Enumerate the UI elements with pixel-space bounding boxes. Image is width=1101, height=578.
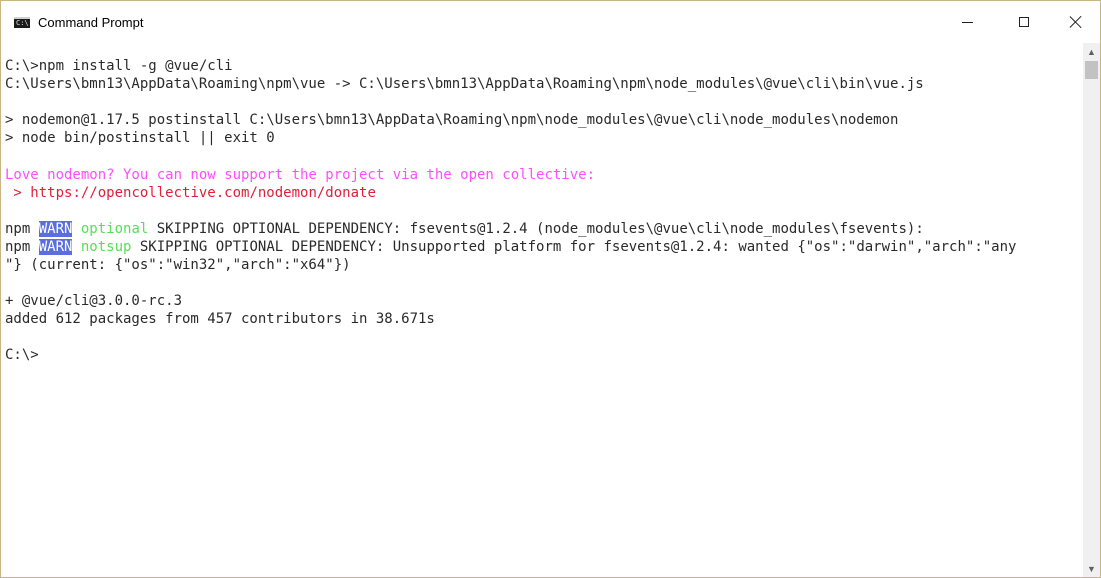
warn-space xyxy=(72,221,80,237)
console-line-donate: > https://opencollective.com/nodemon/don… xyxy=(5,184,376,202)
console-line-summary: added 612 packages from 457 contributors… xyxy=(5,311,435,327)
console-app-icon-glyph: C:\ xyxy=(16,19,29,27)
console-line-postinstall-1: > nodemon@1.17.5 postinstall C:\Users\bm… xyxy=(5,112,899,128)
command-prompt-window: C:\ Command Prompt C:\>npm install -g @v… xyxy=(0,0,1101,578)
scroll-thumb[interactable] xyxy=(1085,61,1098,79)
npm-label: npm xyxy=(5,239,39,255)
scroll-down-button[interactable]: ▼ xyxy=(1083,560,1100,577)
console-line-support-message: Love nodemon? You can now support the pr… xyxy=(5,167,596,183)
minimize-icon xyxy=(961,21,973,23)
close-button[interactable] xyxy=(1053,1,1099,43)
console-line-installed-package: + @vue/cli@3.0.0-rc.3 xyxy=(5,293,183,309)
console-line-warn-notsup: npm WARN notsup SKIPPING OPTIONAL DEPEND… xyxy=(5,238,1016,256)
console-line-cmd-install: C:\>npm install -g @vue/cli xyxy=(5,58,233,74)
console-line-postinstall-2: > node bin/postinstall || exit 0 xyxy=(5,130,275,146)
window-title: Command Prompt xyxy=(38,15,144,30)
donate-prefix: > xyxy=(5,185,31,201)
scroll-up-button[interactable]: ▲ xyxy=(1083,43,1100,60)
warn-badge: WARN xyxy=(38,221,73,237)
chevron-down-icon: ▼ xyxy=(1087,563,1096,574)
maximize-button[interactable] xyxy=(1001,1,1047,43)
warn-badge: WARN xyxy=(38,239,73,255)
warn-tag-optional: optional xyxy=(80,221,149,237)
console-prompt[interactable]: C:\> xyxy=(5,346,39,364)
maximize-icon xyxy=(1019,17,1029,27)
console-line-warn-optional: npm WARN optional SKIPPING OPTIONAL DEPE… xyxy=(5,220,924,238)
chevron-up-icon: ▲ xyxy=(1087,46,1096,57)
minimize-button[interactable] xyxy=(944,1,990,43)
warn-message: SKIPPING OPTIONAL DEPENDENCY: Unsupporte… xyxy=(131,239,1017,255)
console-output[interactable]: C:\>npm install -g @vue/cli C:\Users\bmn… xyxy=(1,43,1083,577)
console-app-icon[interactable]: C:\ xyxy=(14,17,30,28)
warn-message: SKIPPING OPTIONAL DEPENDENCY: fsevents@1… xyxy=(148,221,924,237)
title-bar[interactable]: C:\ Command Prompt xyxy=(1,1,1100,43)
npm-label: npm xyxy=(5,221,39,237)
console-line-cmd-link: C:\Users\bmn13\AppData\Roaming\npm\vue -… xyxy=(5,76,924,92)
donate-url: https://opencollective.com/nodemon/donat… xyxy=(30,185,376,201)
console-line-warn-continued: "} (current: {"os":"win32","arch":"x64"}… xyxy=(5,257,351,273)
vertical-scrollbar[interactable]: ▲ ▼ xyxy=(1083,43,1100,577)
warn-tag-notsup: notsup xyxy=(80,239,132,255)
close-icon xyxy=(1070,16,1082,28)
warn-space xyxy=(72,239,80,255)
